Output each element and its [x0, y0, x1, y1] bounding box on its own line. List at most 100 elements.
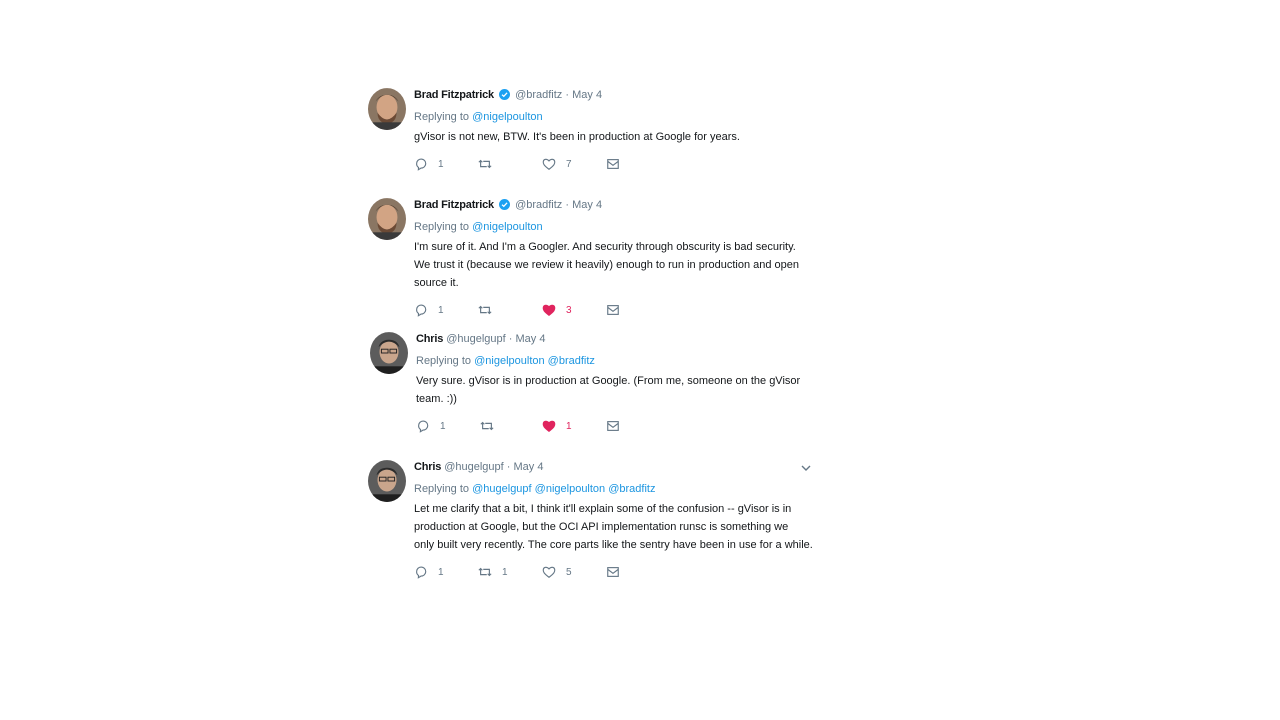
- direct-message-icon: [607, 567, 619, 577]
- reply-button[interactable]: 1: [414, 156, 444, 172]
- reply-count: 1: [440, 420, 446, 432]
- like-button[interactable]: 5: [542, 564, 572, 580]
- like-count: 3: [566, 304, 572, 316]
- retweet-button[interactable]: [480, 418, 504, 434]
- direct-message-button[interactable]: [606, 302, 620, 318]
- tweet-header: Brad Fitzpatrick @bradfitz · May 4: [414, 198, 818, 212]
- reply-icon: [416, 304, 427, 317]
- user-handle[interactable]: @hugelgupf: [446, 333, 506, 345]
- tweet-date[interactable]: May 4: [515, 333, 545, 345]
- heart-icon: [542, 304, 556, 316]
- replying-to: Replying to @hugelgupf @nigelpoulton @br…: [414, 482, 818, 496]
- mention-link[interactable]: @bradfitz: [548, 355, 595, 367]
- reply-count: 1: [438, 158, 444, 170]
- user-handle[interactable]: @bradfitz: [515, 199, 562, 211]
- retweet-icon: [478, 159, 492, 169]
- tweet-header: Chris @hugelgupf · May 4: [414, 460, 818, 474]
- avatar[interactable]: [368, 198, 406, 240]
- like-count: 7: [566, 158, 572, 170]
- retweet-button[interactable]: [478, 156, 502, 172]
- user-handle[interactable]: @hugelgupf: [444, 461, 504, 473]
- mention-link[interactable]: @bradfitz: [608, 483, 655, 495]
- tweet-text-line: production at Google, but the OCI API im…: [414, 521, 789, 533]
- tweet-text-line: I'm sure of it. And I'm a Googler. And s…: [414, 241, 796, 253]
- tweet-actions: 1 1: [416, 418, 820, 434]
- reply-icon: [416, 158, 427, 171]
- tweet-text: Very sure. gVisor is in production at Go…: [416, 372, 820, 408]
- verified-badge-icon: [499, 89, 510, 100]
- tweet-thread: Brad Fitzpatrick @bradfitz · May 4 Reply…: [0, 0, 1280, 720]
- direct-message-icon: [607, 421, 619, 431]
- reply-button[interactable]: 1: [416, 418, 446, 434]
- tweet-header: Chris @hugelgupf · May 4: [416, 332, 820, 346]
- tweet-text: Let me clarify that a bit, I think it'll…: [414, 500, 818, 554]
- direct-message-icon: [607, 305, 619, 315]
- like-count: 5: [566, 566, 572, 578]
- reply-count: 1: [438, 304, 444, 316]
- tweet-date[interactable]: May 4: [572, 199, 602, 211]
- display-name[interactable]: Chris: [416, 333, 443, 345]
- retweet-count: 1: [502, 566, 508, 578]
- reply-count: 1: [438, 566, 444, 578]
- tweet-date[interactable]: May 4: [513, 461, 543, 473]
- tweet-text-line: source it.: [414, 277, 459, 289]
- direct-message-button[interactable]: [606, 564, 620, 580]
- separator: ·: [565, 89, 570, 101]
- chevron-down-icon[interactable]: [800, 462, 812, 474]
- mention-link[interactable]: @nigelpoulton: [472, 221, 543, 233]
- heart-icon: [542, 566, 556, 578]
- tweet-actions: 1 7: [414, 156, 818, 172]
- display-name[interactable]: Brad Fitzpatrick: [414, 199, 494, 211]
- direct-message-icon: [607, 159, 619, 169]
- reply-icon: [416, 566, 427, 579]
- separator: ·: [508, 333, 513, 345]
- direct-message-button[interactable]: [606, 418, 620, 434]
- replying-to-label: Replying to: [414, 221, 470, 233]
- tweet-header: Brad Fitzpatrick @bradfitz · May 4: [414, 88, 818, 102]
- reply-button[interactable]: 1: [414, 302, 444, 318]
- tweet-text-line: Let me clarify that a bit, I think it'll…: [414, 503, 792, 515]
- avatar[interactable]: [368, 88, 406, 130]
- mention-link[interactable]: @hugelgupf: [472, 483, 532, 495]
- like-button[interactable]: 1: [542, 418, 572, 434]
- retweet-button[interactable]: [478, 302, 502, 318]
- mention-link[interactable]: @nigelpoulton: [474, 355, 545, 367]
- heart-icon: [542, 158, 556, 170]
- tweet-text-line: gVisor is not new, BTW. It's been in pro…: [414, 131, 740, 143]
- separator: ·: [506, 461, 511, 473]
- retweet-icon: [478, 305, 492, 315]
- tweet-date[interactable]: May 4: [572, 89, 602, 101]
- tweet-text-line: We trust it (because we review it heavil…: [414, 259, 800, 271]
- replying-to: Replying to @nigelpoulton: [414, 220, 818, 234]
- retweet-icon: [478, 567, 492, 577]
- tweet-text-line: team. :)): [416, 393, 457, 405]
- mention-link[interactable]: @nigelpoulton: [472, 111, 543, 123]
- replying-to-label: Replying to: [416, 355, 472, 367]
- replying-to: Replying to @nigelpoulton: [414, 110, 818, 124]
- separator: ·: [565, 199, 570, 211]
- avatar[interactable]: [368, 460, 406, 502]
- tweet-text: gVisor is not new, BTW. It's been in pro…: [414, 128, 818, 146]
- reply-button[interactable]: 1: [414, 564, 444, 580]
- retweet-button[interactable]: 1: [478, 564, 508, 580]
- mention-link[interactable]: @nigelpoulton: [535, 483, 606, 495]
- verified-badge-icon: [499, 199, 510, 210]
- heart-icon: [542, 420, 556, 432]
- replying-to: Replying to @nigelpoulton @bradfitz: [416, 354, 820, 368]
- replying-to-label: Replying to: [414, 483, 470, 495]
- user-handle[interactable]: @bradfitz: [515, 89, 562, 101]
- avatar[interactable]: [370, 332, 408, 374]
- reply-icon: [418, 420, 429, 433]
- retweet-icon: [480, 421, 494, 431]
- tweet-actions: 1 1 5: [414, 564, 818, 580]
- tweet-text-line: only built very recently. The core parts…: [414, 539, 813, 551]
- like-count: 1: [566, 420, 572, 432]
- tweet-text-line: Very sure. gVisor is in production at Go…: [416, 375, 801, 387]
- tweet-actions: 1 3: [414, 302, 818, 318]
- display-name[interactable]: Brad Fitzpatrick: [414, 89, 494, 101]
- like-button[interactable]: 7: [542, 156, 572, 172]
- replying-to-label: Replying to: [414, 111, 470, 123]
- like-button[interactable]: 3: [542, 302, 572, 318]
- direct-message-button[interactable]: [606, 156, 620, 172]
- display-name[interactable]: Chris: [414, 461, 441, 473]
